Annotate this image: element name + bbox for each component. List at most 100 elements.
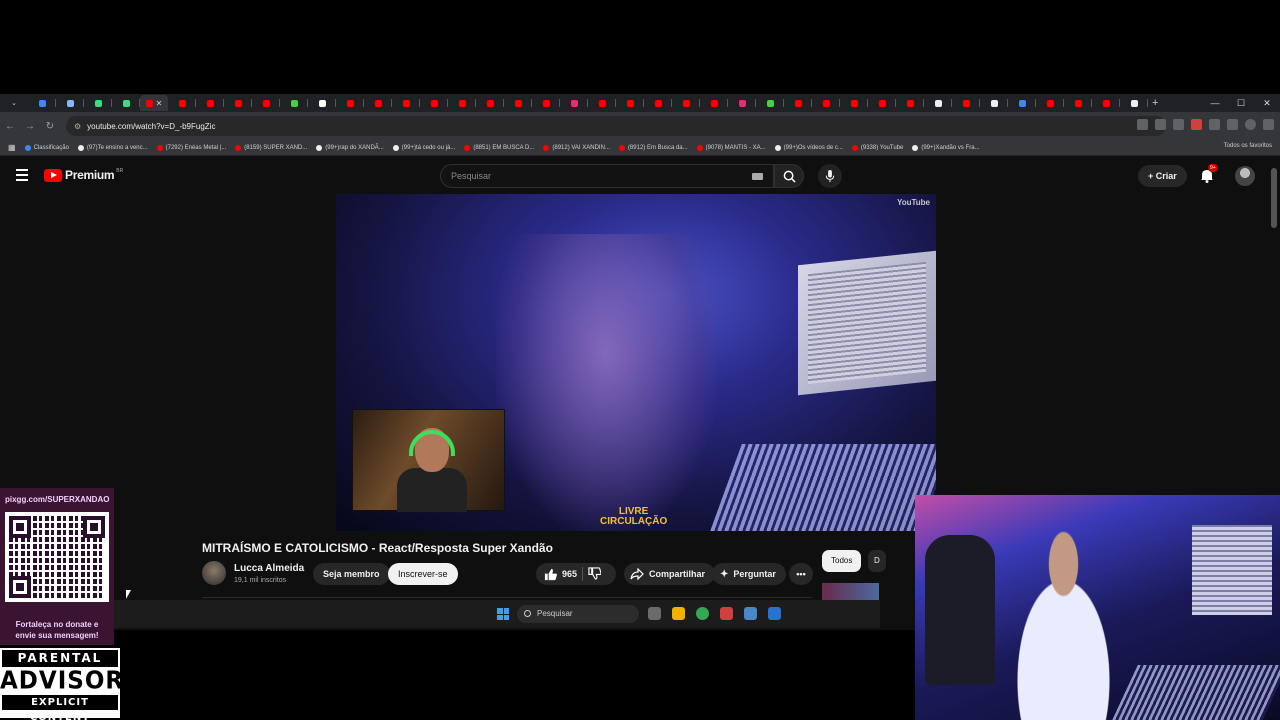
close-tab-icon[interactable]: ✕	[156, 99, 163, 108]
browser-tab[interactable]	[196, 95, 224, 111]
maximize-icon[interactable]: ☐	[1228, 94, 1254, 112]
chip-all[interactable]: Todos	[822, 550, 862, 572]
browser-tab[interactable]	[812, 95, 840, 111]
zoom-icon[interactable]	[1155, 119, 1166, 130]
browser-tab[interactable]	[952, 95, 980, 111]
keyboard-icon[interactable]	[752, 173, 763, 180]
apps-grid-icon[interactable]: ▦	[8, 143, 16, 152]
browser-tab[interactable]	[280, 95, 308, 111]
forward-icon[interactable]: →	[20, 121, 40, 132]
browser-tab[interactable]	[504, 95, 532, 111]
notifications-button[interactable]: 9+	[1200, 164, 1218, 188]
browser-tab[interactable]	[840, 95, 868, 111]
bookmark-item[interactable]: (99+)tá cedo ou já...	[392, 144, 455, 151]
bookmark-item[interactable]: (8159) SUPER XAND...	[235, 144, 307, 151]
bookmark-item[interactable]: (99+)Xandão vs Fra...	[912, 144, 980, 151]
taskbar-app-icon[interactable]	[768, 607, 781, 620]
hamburger-menu-icon[interactable]	[16, 169, 28, 184]
bookmark-item[interactable]: (9338) YouTube	[851, 144, 903, 151]
new-tab-icon[interactable]: +	[1152, 97, 1158, 109]
extension-icon[interactable]	[1209, 119, 1220, 130]
share-button[interactable]: Compartilhar	[624, 563, 716, 585]
taskbar-app-icon[interactable]	[672, 607, 685, 620]
bookmark-item[interactable]: (9078) MANTIS - XA...	[696, 144, 766, 151]
browser-tab[interactable]	[224, 95, 252, 111]
browser-tab[interactable]	[588, 95, 616, 111]
voice-search-button[interactable]	[818, 164, 842, 188]
browser-tab[interactable]	[700, 95, 728, 111]
chip-next[interactable]: D	[868, 550, 886, 572]
browser-tab[interactable]	[1092, 95, 1120, 111]
channel-avatar[interactable]	[202, 561, 226, 585]
bookmark-item[interactable]: (99+)Os vídeos de c...	[774, 144, 843, 151]
minimize-icon[interactable]: —	[1202, 94, 1228, 112]
search-button[interactable]	[774, 164, 804, 188]
create-button[interactable]: + Criar	[1138, 165, 1187, 187]
browser-tab[interactable]	[112, 95, 140, 111]
browser-tab[interactable]	[980, 95, 1008, 111]
taskbar-app-icon[interactable]	[720, 607, 733, 620]
bookmark-star-icon[interactable]	[1173, 119, 1184, 130]
browser-tab[interactable]	[616, 95, 644, 111]
bookmark-item[interactable]: (8912) VAI XANDIN...	[543, 144, 610, 151]
extension-icon[interactable]	[1227, 119, 1238, 130]
browser-tab[interactable]	[672, 95, 700, 111]
taskbar-search[interactable]: Pesquisar	[517, 605, 639, 623]
browser-tab[interactable]	[1064, 95, 1092, 111]
subscribe-button[interactable]: Inscrever-se	[388, 563, 458, 585]
bookmark-item[interactable]: (99+)rap do XANDÃ...	[316, 144, 384, 151]
ask-button[interactable]: ✦ Perguntar	[712, 563, 786, 585]
bookmark-item[interactable]: Classificação	[24, 144, 69, 151]
taskbar-app-icon[interactable]	[648, 607, 661, 620]
taskbar-app-icon[interactable]	[696, 607, 709, 620]
install-icon[interactable]	[1137, 119, 1148, 130]
bookmark-item[interactable]: (97)Te ensino a venc...	[77, 144, 148, 151]
windows-start-icon[interactable]	[497, 608, 509, 620]
tab-search-icon[interactable]: ⌄	[0, 95, 28, 111]
browser-tab[interactable]	[252, 95, 280, 111]
browser-tab[interactable]	[1036, 95, 1064, 111]
browser-tab[interactable]	[392, 95, 420, 111]
site-info-icon[interactable]: ⚙	[74, 122, 81, 131]
browser-tab[interactable]	[84, 95, 112, 111]
account-avatar[interactable]	[1235, 166, 1255, 186]
page-scrollbar[interactable]	[1271, 168, 1277, 228]
browser-tab[interactable]: ✕	[140, 95, 168, 111]
like-button[interactable]: 965	[536, 568, 577, 581]
bookmark-item[interactable]: (7292) Enéas Metal |...	[156, 144, 226, 151]
more-actions-button[interactable]: •••	[789, 563, 813, 585]
all-bookmarks[interactable]: Todos os favoritos	[1224, 143, 1272, 149]
browser-tab[interactable]	[868, 95, 896, 111]
dislike-button[interactable]	[588, 566, 602, 582]
browser-tab[interactable]	[308, 95, 336, 111]
extension-icon[interactable]	[1191, 119, 1202, 130]
browser-tab[interactable]	[476, 95, 504, 111]
taskbar-app-icon[interactable]	[744, 607, 757, 620]
browser-tab[interactable]	[1008, 95, 1036, 111]
browser-tab[interactable]	[560, 95, 588, 111]
browser-tab[interactable]	[56, 95, 84, 111]
omnibox[interactable]: ⚙ youtube.com/watch?v=D_-b9FugZic	[66, 116, 1166, 136]
youtube-premium-logo[interactable]: Premium BR	[44, 168, 123, 182]
search-input[interactable]: Pesquisar	[440, 164, 774, 188]
join-button[interactable]: Seja membro	[313, 563, 390, 585]
reload-icon[interactable]: ↻	[40, 121, 60, 132]
bookmark-item[interactable]: (8912) Em Busca da...	[618, 144, 688, 151]
browser-tab[interactable]	[532, 95, 560, 111]
channel-name[interactable]: Lucca Almeida	[234, 563, 304, 574]
close-window-icon[interactable]: ✕	[1254, 94, 1280, 112]
profile-icon[interactable]	[1245, 119, 1256, 130]
browser-tab[interactable]	[336, 95, 364, 111]
browser-tab[interactable]	[420, 95, 448, 111]
browser-tab[interactable]	[168, 95, 196, 111]
browser-tab[interactable]	[728, 95, 756, 111]
menu-dots-icon[interactable]	[1263, 119, 1274, 130]
browser-tab[interactable]	[448, 95, 476, 111]
browser-tab[interactable]	[756, 95, 784, 111]
browser-tab[interactable]	[784, 95, 812, 111]
back-icon[interactable]: ←	[0, 121, 20, 132]
browser-tab[interactable]	[364, 95, 392, 111]
browser-tab[interactable]	[644, 95, 672, 111]
browser-tab[interactable]	[924, 95, 952, 111]
browser-tab[interactable]	[896, 95, 924, 111]
